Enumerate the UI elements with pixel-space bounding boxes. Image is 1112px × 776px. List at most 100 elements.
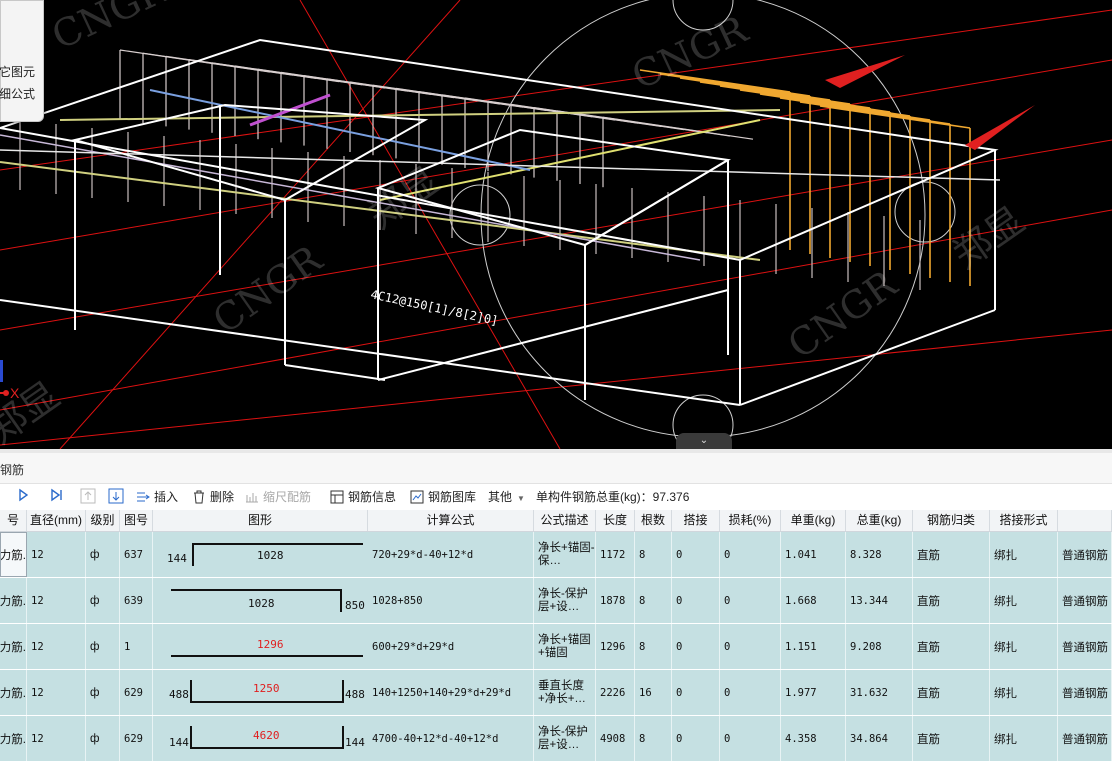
column-header[interactable]: 长度 xyxy=(596,510,635,531)
cell-laptype[interactable]: 绑扎 xyxy=(990,532,1058,577)
table-row[interactable]: 力筋. 12 ф 629 488 1250 488 140+1250+140+29*d+29*… xyxy=(0,670,1112,716)
cell-desc[interactable]: 净长+锚固+锚固 xyxy=(534,624,596,669)
cell-formula[interactable]: 720+29*d-40+12*d xyxy=(368,532,534,577)
column-header[interactable]: 级别 xyxy=(86,510,120,531)
cell-name[interactable]: 力筋. xyxy=(0,532,27,577)
cell-name[interactable]: 力筋. xyxy=(0,624,27,669)
cell-unit[interactable]: 1.668 xyxy=(781,578,846,623)
column-header[interactable]: 公式描述 xyxy=(534,510,596,531)
column-header[interactable]: 单重(kg) xyxy=(781,510,846,531)
cell-count[interactable]: 8 xyxy=(635,716,672,761)
cell-type[interactable]: 普通钢筋 xyxy=(1058,624,1112,669)
cell-lap[interactable]: 0 xyxy=(672,670,720,715)
column-header[interactable]: 搭接形式 xyxy=(990,510,1058,531)
cell-fig[interactable]: 637 xyxy=(120,532,153,577)
cell-grade[interactable]: ф xyxy=(86,578,120,623)
cell-desc[interactable]: 净长+锚固-保… xyxy=(534,532,596,577)
rebar-shape-cell[interactable]: 1296 xyxy=(153,624,368,669)
rebar-shape-cell[interactable]: 144 4620 144 xyxy=(153,716,368,761)
cell-dia[interactable]: 12 xyxy=(27,578,86,623)
table-row[interactable]: 力筋. 12 ф 629 144 4620 144 4700-40+12*d-40+12*d 净… xyxy=(0,716,1112,762)
column-header[interactable]: 总重(kg) xyxy=(846,510,913,531)
cell-dia[interactable]: 12 xyxy=(27,532,86,577)
move-up-icon[interactable] xyxy=(80,488,96,506)
cell-laptype[interactable]: 绑扎 xyxy=(990,578,1058,623)
cell-len[interactable]: 2226 xyxy=(596,670,635,715)
cell-grade[interactable]: ф xyxy=(86,670,120,715)
play-icon[interactable] xyxy=(18,488,29,506)
cell-fig[interactable]: 1 xyxy=(120,624,153,669)
cell-type[interactable]: 普通钢筋 xyxy=(1058,670,1112,715)
delete-button[interactable]: 删除 xyxy=(192,488,234,506)
cell-formula[interactable]: 600+29*d+29*d xyxy=(368,624,534,669)
cell-total[interactable]: 9.208 xyxy=(846,624,913,669)
cell-unit[interactable]: 1.041 xyxy=(781,532,846,577)
cell-cls[interactable]: 直筋 xyxy=(913,532,990,577)
collapse-handle[interactable]: ⌄ xyxy=(676,433,732,449)
cell-count[interactable]: 8 xyxy=(635,624,672,669)
cell-len[interactable]: 4908 xyxy=(596,716,635,761)
cell-desc[interactable]: 净长-保护层+设… xyxy=(534,716,596,761)
cell-total[interactable]: 31.632 xyxy=(846,670,913,715)
cell-grade[interactable]: ф xyxy=(86,716,120,761)
cell-grade[interactable]: ф xyxy=(86,624,120,669)
cell-name[interactable]: 力筋. xyxy=(0,670,27,715)
cell-dia[interactable]: 12 xyxy=(27,624,86,669)
cell-type[interactable]: 普通钢筋 xyxy=(1058,716,1112,761)
cell-laptype[interactable]: 绑扎 xyxy=(990,716,1058,761)
column-header[interactable]: 号 xyxy=(0,510,27,531)
cell-formula[interactable]: 4700-40+12*d-40+12*d xyxy=(368,716,534,761)
cell-cls[interactable]: 直筋 xyxy=(913,578,990,623)
cell-laptype[interactable]: 绑扎 xyxy=(990,670,1058,715)
cell-name[interactable]: 力筋. xyxy=(0,578,27,623)
cell-desc[interactable]: 净长-保护层+设… xyxy=(534,578,596,623)
table-row[interactable]: 力筋. 12 ф 639 1028 850 1028+850 净长-保护层+设… 1878 8 0 0… xyxy=(0,578,1112,624)
other-dropdown[interactable]: 其他 ▼ xyxy=(488,488,525,506)
column-header[interactable]: 图号 xyxy=(120,510,153,531)
cell-unit[interactable]: 1.977 xyxy=(781,670,846,715)
cell-desc[interactable]: 垂直长度+净长+… xyxy=(534,670,596,715)
column-header[interactable]: 根数 xyxy=(635,510,672,531)
cell-dia[interactable]: 12 xyxy=(27,670,86,715)
cell-laptype[interactable]: 绑扎 xyxy=(990,624,1058,669)
cell-loss[interactable]: 0 xyxy=(720,624,781,669)
rebar-3d-scene[interactable]: 4C12@150[1]/8[2]0] CNGR CNGR CNGR CNGR 郑… xyxy=(0,0,1112,449)
cell-loss[interactable]: 0 xyxy=(720,532,781,577)
cell-type[interactable]: 普通钢筋 xyxy=(1058,532,1112,577)
rebar-shape-cell[interactable]: 1028 850 xyxy=(153,578,368,623)
table-row[interactable]: 力筋. 12 ф 1 1296 600+29*d+29*d 净长+锚固+锚固 1296 8 0 0 1… xyxy=(0,624,1112,670)
scale-rebar-button[interactable]: 缩尺配筋 xyxy=(245,488,311,506)
popup-item[interactable]: 细公式 xyxy=(0,85,35,102)
popup-item[interactable]: 它图元 xyxy=(0,63,35,80)
last-icon[interactable] xyxy=(50,488,64,506)
cell-total[interactable]: 13.344 xyxy=(846,578,913,623)
cell-loss[interactable]: 0 xyxy=(720,670,781,715)
insert-button[interactable]: 插入 xyxy=(136,488,178,506)
cell-cls[interactable]: 直筋 xyxy=(913,670,990,715)
cell-lap[interactable]: 0 xyxy=(672,578,720,623)
cell-formula[interactable]: 1028+850 xyxy=(368,578,534,623)
cell-count[interactable]: 8 xyxy=(635,578,672,623)
cell-total[interactable]: 8.328 xyxy=(846,532,913,577)
column-header[interactable]: 计算公式 xyxy=(368,510,534,531)
column-header[interactable]: 直径(mm) xyxy=(27,510,86,531)
column-header[interactable]: 损耗(%) xyxy=(720,510,781,531)
cell-unit[interactable]: 4.358 xyxy=(781,716,846,761)
orbit-handle-left[interactable] xyxy=(449,184,511,246)
cell-fig[interactable]: 629 xyxy=(120,716,153,761)
cell-fig[interactable]: 639 xyxy=(120,578,153,623)
cell-lap[interactable]: 0 xyxy=(672,716,720,761)
cell-unit[interactable]: 1.151 xyxy=(781,624,846,669)
cell-count[interactable]: 16 xyxy=(635,670,672,715)
rebar-shape-cell[interactable]: 488 1250 488 xyxy=(153,670,368,715)
move-down-icon[interactable] xyxy=(108,488,124,506)
cell-dia[interactable]: 12 xyxy=(27,716,86,761)
cell-lap[interactable]: 0 xyxy=(672,624,720,669)
column-header[interactable]: 图形 xyxy=(153,510,368,531)
3d-viewport[interactable]: 4C12@150[1]/8[2]0] CNGR CNGR CNGR CNGR 郑… xyxy=(0,0,1112,449)
cell-loss[interactable]: 0 xyxy=(720,716,781,761)
cell-grade[interactable]: ф xyxy=(86,532,120,577)
cell-cls[interactable]: 直筋 xyxy=(913,624,990,669)
cell-lap[interactable]: 0 xyxy=(672,532,720,577)
table-row[interactable]: 力筋. 12 ф 637 144 1028 720+29*d-40+12*d 净长+锚固-保…… xyxy=(0,532,1112,578)
